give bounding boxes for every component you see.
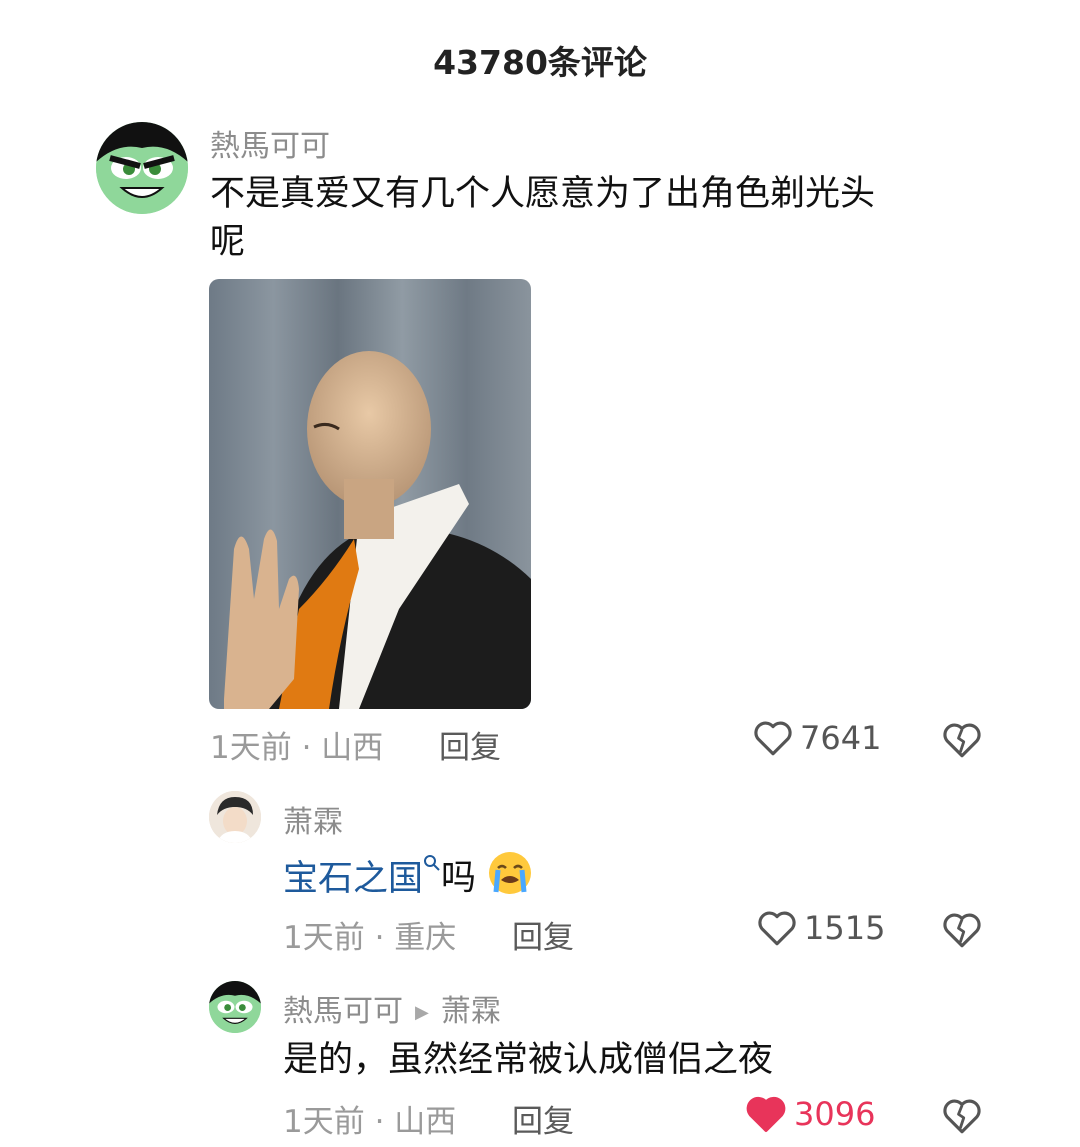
- comments-count-title: 43780条评论: [433, 43, 647, 82]
- comment-username-row: 熱馬可可 ▶ 萧霖: [283, 986, 501, 1030]
- topic-label: 宝石之国: [283, 858, 424, 899]
- comment-photo[interactable]: [209, 279, 531, 709]
- topic-link[interactable]: 宝石之国: [283, 855, 441, 899]
- avatar[interactable]: [209, 981, 261, 1033]
- reply-button[interactable]: 回复: [512, 1096, 574, 1141]
- broken-heart-icon: [943, 913, 981, 948]
- like-button[interactable]: 1515: [756, 908, 885, 948]
- comment-text-line: 不是真爱又有几个人愿意为了出角色剃光头: [210, 174, 876, 214]
- avatar[interactable]: [209, 791, 261, 843]
- avatar[interactable]: [96, 122, 188, 214]
- reply-to-username[interactable]: 萧霖: [441, 994, 501, 1029]
- comment-text: 不是真爱又有几个人愿意为了出角色剃光头 呢: [210, 170, 875, 266]
- heart-filled-icon: [746, 1096, 786, 1132]
- broken-heart-icon: [943, 723, 981, 758]
- search-icon: [424, 855, 440, 871]
- like-count: 1515: [804, 909, 886, 947]
- like-count: 7641: [800, 719, 882, 757]
- like-button[interactable]: 7641: [752, 718, 881, 758]
- comment-text-line: 呢: [210, 222, 246, 262]
- comment-username[interactable]: 萧霖: [283, 797, 343, 841]
- reply-arrow-icon: ▶: [415, 1002, 429, 1023]
- reply-button[interactable]: 回复: [439, 722, 501, 767]
- dislike-button[interactable]: [941, 720, 983, 764]
- comment-text: 是的，虽然经常被认成僧侣之夜: [283, 1040, 774, 1080]
- comment-text-suffix: 吗: [441, 858, 477, 899]
- comment-meta: 1天前 · 山西: [210, 730, 384, 766]
- dislike-button[interactable]: [941, 910, 983, 954]
- like-count: 3096: [794, 1095, 876, 1133]
- dislike-button[interactable]: [941, 1096, 983, 1140]
- heart-outline-icon: [754, 721, 792, 756]
- like-button[interactable]: 3096: [744, 1094, 875, 1134]
- comment-text: 宝石之国吗: [283, 850, 533, 909]
- comment-meta: 1天前 · 山西: [283, 1104, 457, 1140]
- comment-username[interactable]: 熱馬可可: [283, 994, 403, 1029]
- broken-heart-icon: [943, 1099, 981, 1134]
- comment-meta: 1天前 · 重庆: [283, 920, 457, 956]
- loudly-crying-face-icon: [487, 850, 533, 909]
- reply-button[interactable]: 回复: [512, 912, 574, 957]
- heart-outline-icon: [758, 911, 796, 946]
- comment-username[interactable]: 熱馬可可: [210, 121, 330, 165]
